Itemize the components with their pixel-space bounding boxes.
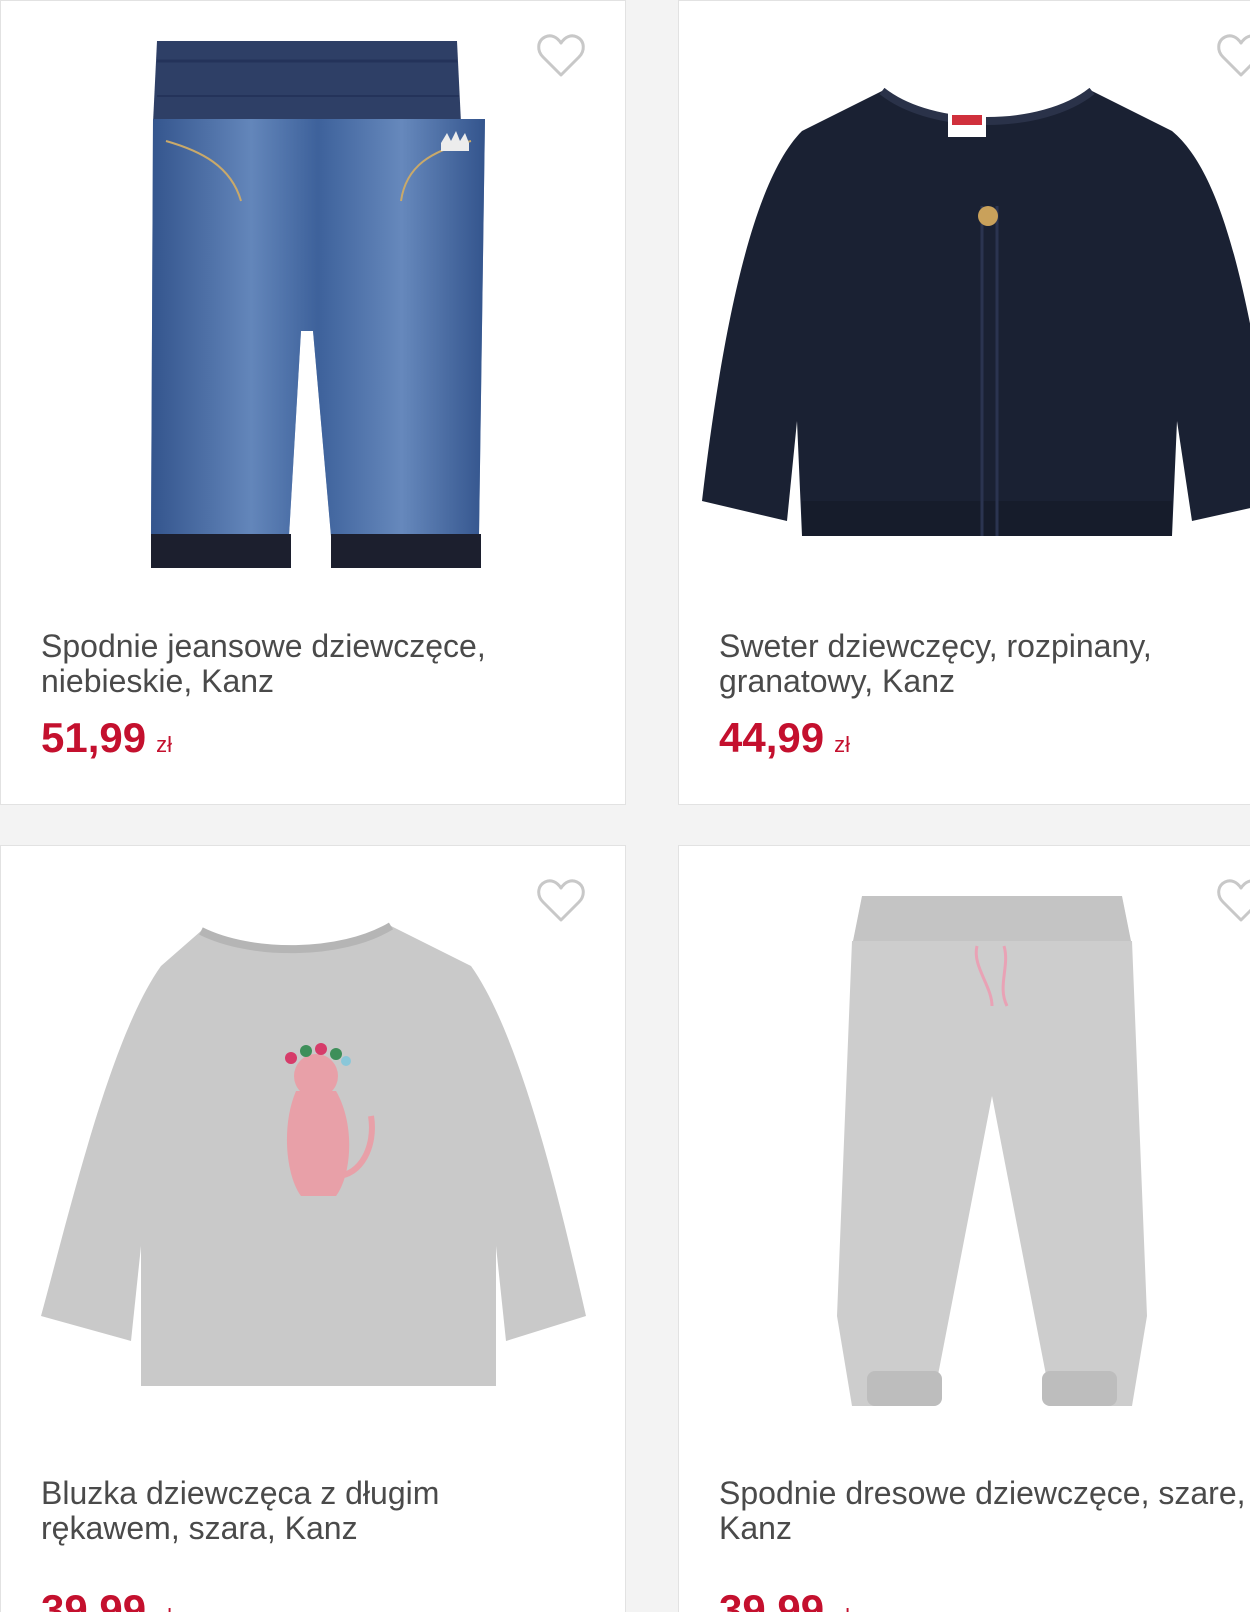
price-value: 51,99 <box>41 714 147 761</box>
heart-outline-icon[interactable] <box>1215 29 1250 81</box>
blue-jeans-image[interactable] <box>1 1 626 601</box>
product-name[interactable]: Sweter dziewczęcy, rozpinany, granatowy,… <box>719 629 1250 699</box>
product-grid: Spodnie jeansowe dziewczęce, niebieskie,… <box>0 0 1250 1612</box>
product-price: 39,99 zł <box>41 1586 172 1612</box>
price-value: 39,99 <box>41 1586 147 1612</box>
product-price: 51,99 zł <box>41 714 172 769</box>
product-card[interactable]: Spodnie dresowe dziewczęce, szare, Kanz … <box>678 845 1250 1612</box>
price-currency: zł <box>834 732 850 757</box>
heart-outline-icon[interactable] <box>535 29 587 81</box>
product-card[interactable]: Sweter dziewczęcy, rozpinany, granatowy,… <box>678 0 1250 805</box>
navy-cardigan-image[interactable] <box>679 1 1250 601</box>
product-card[interactable]: Spodnie jeansowe dziewczęce, niebieskie,… <box>0 0 626 805</box>
price-value: 39,99 <box>719 1586 825 1612</box>
product-name[interactable]: Spodnie jeansowe dziewczęce, niebieskie,… <box>41 629 581 699</box>
price-currency: zł <box>834 1604 850 1612</box>
product-card[interactable]: Bluzka dziewczęca z długim rękawem, szar… <box>0 845 626 1612</box>
heart-outline-icon[interactable] <box>535 874 587 926</box>
grey-sweatpants-image[interactable] <box>679 846 1250 1446</box>
product-price: 39,99 zł <box>719 1586 850 1612</box>
product-name[interactable]: Spodnie dresowe dziewczęce, szare, Kanz <box>719 1476 1250 1546</box>
grey-cat-shirt-image[interactable] <box>1 846 626 1446</box>
price-currency: zł <box>156 1604 172 1612</box>
product-name[interactable]: Bluzka dziewczęca z długim rękawem, szar… <box>41 1476 581 1546</box>
product-price: 44,99 zł <box>719 714 850 769</box>
price-value: 44,99 <box>719 714 825 761</box>
price-currency: zł <box>156 732 172 757</box>
heart-outline-icon[interactable] <box>1215 874 1250 926</box>
